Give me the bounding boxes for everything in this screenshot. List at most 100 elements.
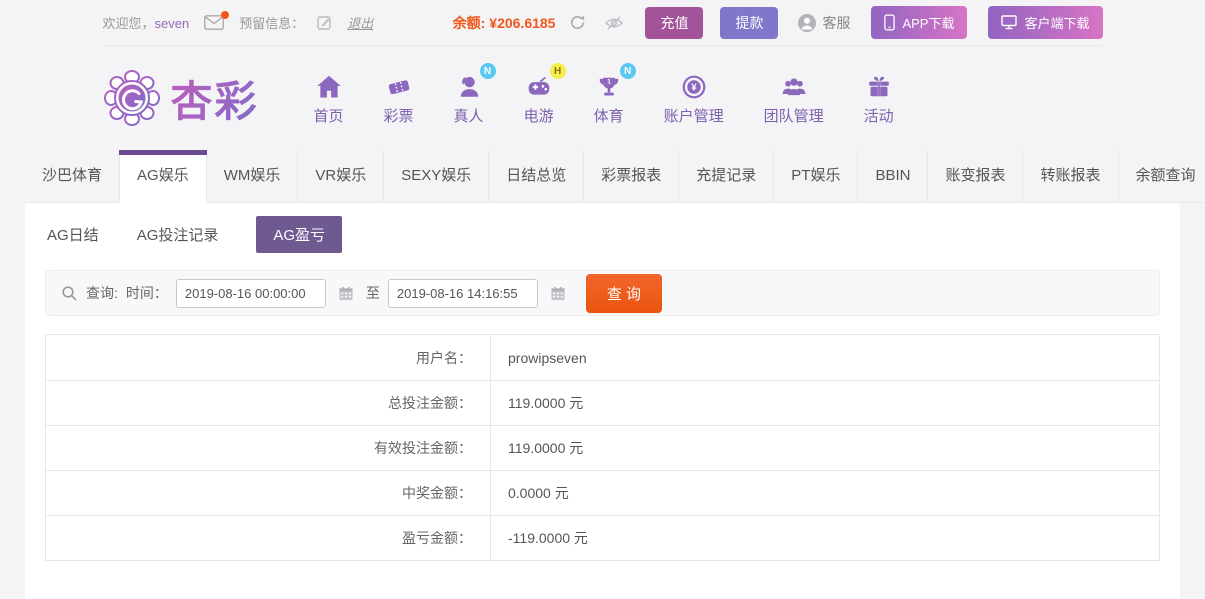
- row-value-winnings: 0.0000 元: [508, 485, 569, 501]
- team-icon: [780, 74, 808, 100]
- site-header: 杏彩 首页 彩票 N 真人 H 电游 1 N 体育 ¥ 账户管理 团队管理 活动: [0, 46, 1205, 150]
- calendar-to-icon[interactable]: [550, 286, 566, 301]
- table-row: 中奖金额： 0.0000 元: [46, 470, 1159, 515]
- deposit-button[interactable]: 充值: [645, 6, 704, 39]
- main-nav: 首页 彩票 N 真人 H 电游 1 N 体育 ¥ 账户管理 团队管理 活动: [314, 63, 894, 126]
- nav-item-team[interactable]: 团队管理: [764, 70, 824, 126]
- yuan-coin-icon: ¥: [680, 74, 708, 100]
- row-label-valid-bet: 有效投注金额：: [46, 426, 491, 470]
- tab-vr-entertainment[interactable]: VR娱乐: [298, 150, 385, 203]
- tab-deposit-withdraw-records[interactable]: 充提记录: [679, 150, 775, 203]
- svg-text:1: 1: [607, 79, 611, 86]
- row-value-valid-bet: 119.0000 元: [508, 440, 584, 456]
- welcome-text: 欢迎您，seven: [103, 13, 190, 32]
- row-label-profit-loss: 盈亏金额：: [46, 516, 491, 560]
- flower-logo-icon: [103, 69, 161, 127]
- welcome-prefix: 欢迎您，: [102, 16, 155, 31]
- nav-item-account[interactable]: ¥ 账户管理: [664, 70, 724, 126]
- row-label-username: 用户名：: [46, 335, 491, 380]
- row-value-username: prowipseven: [508, 349, 587, 366]
- nav-label: 真人: [453, 108, 484, 125]
- tab-sexy-entertainment[interactable]: SEXY娱乐: [384, 150, 490, 203]
- balance-value: ¥206.6185: [489, 14, 556, 31]
- mail-icon[interactable]: [204, 11, 230, 30]
- tab-pt-entertainment[interactable]: PT娱乐: [774, 150, 859, 203]
- query-submit-button[interactable]: 查 询: [585, 273, 663, 313]
- to-label: 至: [365, 285, 380, 301]
- balance: 余额: ¥206.6185: [453, 13, 556, 33]
- edit-icon[interactable]: [317, 15, 332, 30]
- row-label-winnings: 中奖金额：: [46, 471, 491, 515]
- service-label: 客服: [822, 14, 851, 31]
- date-to-input[interactable]: [387, 278, 538, 308]
- topbar: 欢迎您，seven 预留信息： 退出 余额: ¥206.6185 充值 提款 客…: [0, 0, 1205, 46]
- customer-service-link[interactable]: 客服: [797, 13, 850, 33]
- logout-link[interactable]: 退出: [347, 13, 373, 32]
- ticket-icon: [385, 74, 413, 100]
- subtab-ag-bet-records[interactable]: AG投注记录: [137, 224, 219, 245]
- tab-balance-query[interactable]: 余额查询: [1118, 150, 1205, 203]
- withdraw-button[interactable]: 提款: [720, 6, 779, 39]
- app-download-label: APP下载: [902, 16, 955, 31]
- table-row: 总投注金额： 119.0000 元: [46, 380, 1159, 425]
- time-label: 时间：: [125, 285, 168, 301]
- gift-icon: [865, 74, 893, 100]
- nav-item-sports[interactable]: 1 N 体育: [593, 63, 636, 126]
- tab-transfer-report[interactable]: 转账报表: [1023, 150, 1119, 203]
- svg-text:¥: ¥: [691, 83, 697, 94]
- nav-label: 彩票: [383, 108, 414, 125]
- nav-label: 电游: [523, 108, 554, 125]
- subtab-ag-daily[interactable]: AG日结: [47, 224, 99, 245]
- tab-bbin[interactable]: BBIN: [858, 150, 929, 203]
- phone-icon: [884, 14, 896, 31]
- nav-item-egames[interactable]: H 电游: [523, 63, 566, 126]
- tab-account-change-report[interactable]: 账变报表: [928, 150, 1024, 203]
- nav-item-home[interactable]: 首页: [314, 70, 344, 126]
- live-person-icon: [455, 74, 483, 100]
- nav-badge-h: H: [549, 63, 566, 79]
- ag-subtabs: AG日结 AG投注记录 AG盈亏: [25, 203, 1180, 265]
- tab-ag-entertainment[interactable]: AG娱乐: [119, 150, 207, 203]
- reserved-info-label: 预留信息：: [239, 16, 305, 31]
- app-download-button[interactable]: APP下载: [871, 6, 968, 39]
- report-tabs: 沙巴体育 AG娱乐 WM娱乐 VR娱乐 SEXY娱乐 日结总览 彩票报表 充提记…: [25, 150, 1205, 203]
- tab-daily-summary[interactable]: 日结总览: [489, 150, 585, 203]
- tab-wm-entertainment[interactable]: WM娱乐: [206, 150, 299, 203]
- unread-dot: [221, 11, 230, 19]
- date-from-input[interactable]: [175, 278, 326, 308]
- headset-icon: [797, 13, 817, 33]
- nav-item-live[interactable]: N 真人: [453, 63, 496, 126]
- home-icon: [315, 74, 343, 100]
- client-download-button[interactable]: 客户端下载: [988, 6, 1103, 39]
- nav-label: 团队管理: [763, 108, 824, 125]
- tab-saba-sports[interactable]: 沙巴体育: [25, 150, 121, 203]
- query-bar: 查询: 时间： 至 查 询: [45, 270, 1160, 316]
- table-row: 有效投注金额： 119.0000 元: [46, 425, 1159, 470]
- table-row: 盈亏金额： -119.0000 元: [46, 515, 1159, 560]
- calendar-from-icon[interactable]: [338, 286, 354, 301]
- nav-item-promotions[interactable]: 活动: [864, 70, 894, 126]
- nav-label: 首页: [313, 108, 344, 125]
- client-download-label: 客户端下载: [1024, 16, 1090, 31]
- profit-loss-table: 用户名： prowipseven 总投注金额： 119.0000 元 有效投注金…: [45, 334, 1160, 561]
- nav-label: 体育: [593, 108, 624, 125]
- trophy-icon: 1: [595, 74, 623, 100]
- refresh-icon[interactable]: [568, 13, 587, 32]
- balance-label: 余额:: [452, 14, 486, 31]
- eye-off-icon[interactable]: [604, 15, 624, 31]
- site-logo[interactable]: 杏彩: [103, 68, 259, 129]
- query-label: 查询:: [86, 285, 118, 301]
- subtab-ag-profit-loss[interactable]: AG盈亏: [256, 216, 343, 253]
- search-icon: [61, 285, 78, 302]
- monitor-icon: [1001, 15, 1018, 30]
- gamepad-icon: [525, 74, 553, 100]
- content-panel: 沙巴体育 AG娱乐 WM娱乐 VR娱乐 SEXY娱乐 日结总览 彩票报表 充提记…: [25, 150, 1205, 599]
- nav-item-lottery[interactable]: 彩票: [384, 70, 414, 126]
- username: seven: [154, 16, 190, 31]
- row-value-profit-loss: -119.0000 元: [508, 530, 588, 546]
- nav-badge-n: N: [479, 63, 496, 79]
- nav-label: 账户管理: [663, 108, 724, 125]
- row-label-total-bet: 总投注金额：: [46, 381, 491, 425]
- logo-text: 杏彩: [171, 68, 259, 129]
- tab-lottery-report[interactable]: 彩票报表: [584, 150, 680, 203]
